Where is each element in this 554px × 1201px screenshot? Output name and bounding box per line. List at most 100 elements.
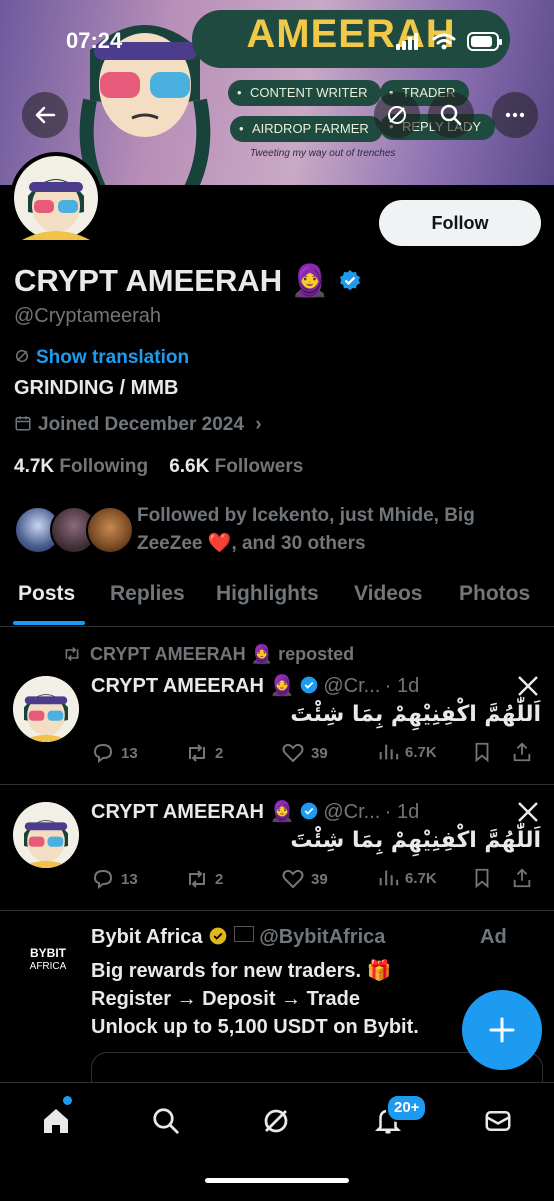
repost-button[interactable]: 2 bbox=[185, 867, 223, 891]
more-dots-icon bbox=[505, 112, 525, 118]
tab-replies[interactable]: Replies bbox=[110, 582, 185, 606]
nav-search[interactable] bbox=[146, 1101, 186, 1141]
follow-button[interactable]: Follow bbox=[379, 200, 541, 246]
tab-highlights[interactable]: Highlights bbox=[216, 582, 319, 606]
heart-emoji-icon: ❤️ bbox=[207, 533, 232, 554]
like-button[interactable]: 39 bbox=[281, 867, 328, 891]
nav-messages[interactable] bbox=[478, 1101, 518, 1141]
calendar-icon bbox=[15, 416, 31, 431]
ad-text: Big rewards for new traders. 🎁 Register … bbox=[91, 957, 471, 1041]
mail-icon bbox=[485, 1111, 511, 1131]
reply-icon bbox=[93, 743, 113, 763]
ad-text-line: Unlock up to 5,100 USDT on Bybit. bbox=[91, 1016, 419, 1038]
profile-name-emoji: 🧕 bbox=[290, 263, 330, 298]
post-header: CRYPT AMEERAH 🧕 @Cr... · 1d bbox=[91, 799, 419, 824]
banner-tag: AIRDROP FARMER bbox=[230, 116, 383, 142]
reply-button[interactable]: 13 bbox=[91, 741, 138, 765]
tab-posts[interactable]: Posts bbox=[18, 582, 75, 606]
grok-icon bbox=[264, 1109, 288, 1133]
post-author-handle[interactable]: @Cr... bbox=[323, 801, 380, 823]
reply-button[interactable]: 13 bbox=[91, 867, 138, 891]
grok-icon bbox=[388, 106, 406, 124]
post-actions: 13 2 39 6.7K bbox=[91, 741, 541, 767]
post-avatar[interactable] bbox=[13, 802, 79, 868]
followers-stat[interactable]: 6.6K Followers bbox=[169, 456, 303, 477]
heart-icon bbox=[282, 743, 304, 763]
post-author-name[interactable]: CRYPT AMEERAH 🧕 bbox=[91, 801, 294, 823]
tab-photos[interactable]: Photos bbox=[459, 582, 530, 606]
post-actions: 13 2 39 6.7K bbox=[91, 867, 541, 893]
profile-name: CRYPT AMEERAH 🧕 bbox=[14, 262, 362, 299]
post-author-name[interactable]: CRYPT AMEERAH 🧕 bbox=[91, 675, 294, 697]
repost-icon bbox=[189, 744, 205, 762]
back-button[interactable] bbox=[22, 92, 68, 138]
post-header: CRYPT AMEERAH 🧕 @Cr... · 1d bbox=[91, 673, 419, 698]
repost-icon bbox=[189, 870, 205, 888]
views-chart-icon bbox=[379, 744, 399, 760]
status-time: 07:24 bbox=[66, 28, 123, 53]
verified-badge-icon[interactable] bbox=[338, 269, 362, 293]
show-translation-link[interactable]: Show translation bbox=[14, 347, 189, 369]
wifi-icon bbox=[432, 33, 456, 45]
profile-tabs: Posts Replies Highlights Videos Photos bbox=[0, 578, 554, 627]
following-stat[interactable]: 4.7K Following bbox=[14, 456, 148, 477]
back-arrow-icon bbox=[35, 106, 56, 124]
like-button[interactable]: 39 bbox=[281, 741, 328, 765]
banner-tagline: Tweeting my way out of trenches bbox=[250, 148, 396, 159]
search-icon bbox=[440, 104, 462, 126]
share-button[interactable] bbox=[511, 867, 533, 889]
repost-indicator[interactable]: CRYPT AMEERAH 🧕 reposted bbox=[62, 644, 354, 665]
post-author-handle[interactable]: @Cr... bbox=[323, 675, 380, 697]
profile-avatar[interactable] bbox=[10, 152, 102, 244]
ad-advertiser-logo[interactable]: BYBIT AFRICA bbox=[16, 946, 80, 974]
views-button[interactable]: 6.7K bbox=[377, 867, 437, 889]
status-icons bbox=[396, 30, 504, 61]
ad-logo-subtext: AFRICA bbox=[29, 961, 67, 972]
followed-by-avatars[interactable] bbox=[14, 506, 134, 554]
views-button[interactable]: 6.7K bbox=[377, 741, 437, 763]
gold-verified-badge-icon bbox=[209, 927, 227, 945]
compose-button[interactable] bbox=[462, 990, 542, 1070]
profile-bio: GRINDING / MMB bbox=[14, 377, 179, 399]
notifications-badge: 20+ bbox=[386, 1094, 428, 1122]
plus-icon bbox=[489, 1017, 515, 1043]
battery-icon bbox=[467, 32, 502, 51]
home-unread-dot bbox=[63, 1096, 72, 1105]
post-time[interactable]: · 1d bbox=[385, 675, 419, 697]
profile-name-text: CRYPT AMEERAH bbox=[14, 263, 283, 298]
more-button[interactable] bbox=[492, 92, 538, 138]
follow-stats: 4.7K Following 6.6K Followers bbox=[14, 456, 303, 478]
followed-by-text[interactable]: Followed by Icekento, just Mhide, Big Ze… bbox=[137, 502, 537, 558]
tab-videos[interactable]: Videos bbox=[354, 582, 422, 606]
grok-button[interactable] bbox=[374, 92, 420, 138]
post-time[interactable]: · 1d bbox=[385, 801, 419, 823]
chevron-right-icon[interactable]: › bbox=[255, 414, 261, 435]
profile-handle: @Cryptameerah bbox=[14, 305, 162, 327]
active-tab-indicator bbox=[13, 621, 85, 625]
ad-advertiser-handle[interactable]: @BybitAfrica bbox=[259, 926, 385, 948]
share-icon bbox=[513, 742, 531, 762]
affiliate-badge-icon bbox=[233, 926, 254, 942]
ad-text-line: Big rewards for new traders. 🎁 bbox=[91, 960, 392, 982]
repost-button[interactable]: 2 bbox=[185, 741, 223, 765]
ad-header: Bybit Africa @BybitAfrica bbox=[91, 926, 385, 949]
bookmark-icon bbox=[475, 868, 489, 889]
show-translation-label[interactable]: Show translation bbox=[36, 347, 189, 368]
share-icon bbox=[513, 868, 531, 888]
post-text: اَللّٰهُمَّ اكْفِنِيْهِمْ بِمَا شِئْتَ bbox=[290, 702, 541, 727]
bottom-navigation bbox=[0, 1082, 554, 1201]
views-chart-icon bbox=[379, 870, 399, 886]
verified-badge-icon bbox=[300, 802, 318, 820]
nav-home[interactable] bbox=[36, 1101, 76, 1141]
nav-grok[interactable] bbox=[256, 1101, 296, 1141]
search-button[interactable] bbox=[428, 92, 474, 138]
post-avatar[interactable] bbox=[13, 676, 79, 742]
ad-label: Ad bbox=[480, 926, 507, 948]
share-button[interactable] bbox=[511, 741, 533, 763]
joined-date: Joined December 2024 › bbox=[14, 414, 262, 436]
bookmark-button[interactable] bbox=[471, 867, 493, 889]
reply-icon bbox=[93, 869, 113, 889]
x-logo-icon bbox=[518, 802, 538, 822]
ad-advertiser-name[interactable]: Bybit Africa bbox=[91, 926, 203, 948]
bookmark-button[interactable] bbox=[471, 741, 493, 763]
